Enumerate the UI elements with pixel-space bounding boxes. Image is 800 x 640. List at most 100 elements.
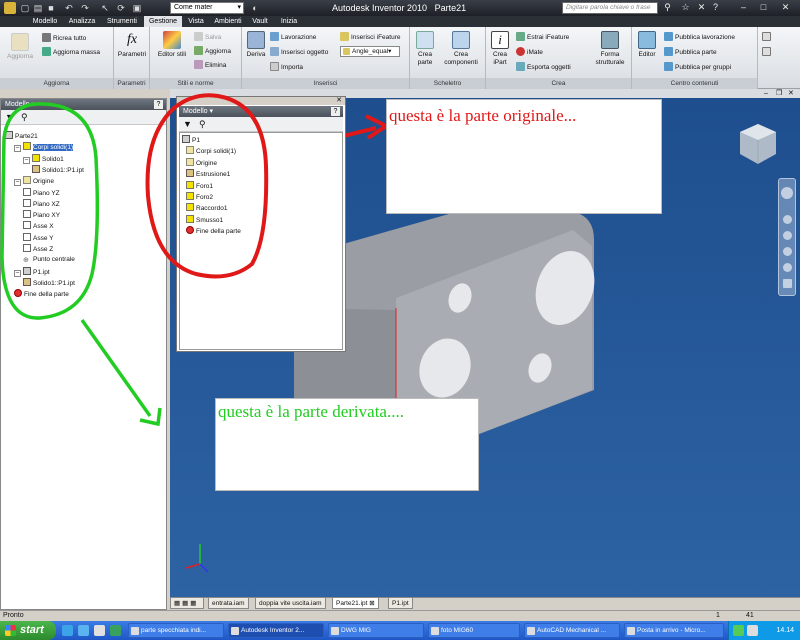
tab-ambienti[interactable]: Ambienti	[210, 16, 246, 27]
look-at-icon[interactable]	[783, 263, 792, 272]
binoculars-icon[interactable]: ⚲	[662, 2, 673, 13]
tools-icon[interactable]: ✕	[696, 2, 707, 13]
ricrea-tutto-button[interactable]: Ricrea tutto	[42, 33, 86, 42]
maximize-icon[interactable]: □	[758, 2, 769, 13]
orbit-icon[interactable]	[783, 247, 792, 256]
status-bar: Pronto 1 41	[0, 610, 800, 621]
doc-tab-parte21[interactable]: Parte21.ipt ⊠	[332, 598, 379, 609]
start-button[interactable]: start	[0, 621, 56, 640]
help-icon[interactable]: ?	[331, 107, 340, 116]
structural-shape-icon	[601, 31, 619, 49]
editor-icon	[638, 31, 656, 49]
parametri-button[interactable]: fx Parametri	[116, 31, 148, 59]
panel-centro-contenuti: Editor Pubblica lavorazione Pubblica par…	[632, 27, 758, 89]
extract-icon	[516, 32, 525, 41]
panel-stili: Editor stili Salva Aggiorna Elimina Stil…	[150, 27, 242, 89]
select-icon[interactable]: ↖	[100, 3, 110, 13]
pan-icon[interactable]	[783, 215, 792, 224]
update-icon[interactable]: ⟳	[116, 3, 126, 13]
extra-tool-button[interactable]	[762, 32, 773, 41]
deriva-button[interactable]: Deriva	[244, 31, 268, 59]
ie-icon[interactable]	[62, 625, 73, 636]
redo-icon[interactable]: ↷	[80, 3, 90, 13]
tab-strumenti[interactable]: Strumenti	[103, 16, 141, 27]
callout-derived: questa è la parte derivata....	[215, 398, 479, 491]
tray-volume-icon[interactable]	[747, 625, 758, 636]
tab-analizza[interactable]: Analizza	[64, 16, 100, 27]
help-icon[interactable]: ?	[710, 2, 721, 13]
task-parte-specchiata[interactable]: parte specchiata indi...	[128, 623, 224, 638]
aggiorna-stili-button[interactable]: Aggiorna	[194, 46, 231, 55]
viewcube[interactable]	[738, 122, 778, 166]
doc-tab-entrata[interactable]: entrata.iam	[208, 598, 249, 609]
tray-network-icon[interactable]	[733, 625, 744, 636]
inserisci-ifeature-button[interactable]: Inserisci iFeature	[340, 32, 401, 41]
desktop-icon[interactable]	[94, 625, 105, 636]
material-dropdown[interactable]: Come mater	[170, 2, 244, 14]
outlook-icon[interactable]	[78, 625, 89, 636]
tab-gestione[interactable]: Gestione	[144, 16, 182, 27]
rebuild-icon	[42, 33, 51, 42]
doc-tab-p1[interactable]: P1.ipt	[388, 598, 413, 609]
zoom-icon[interactable]	[783, 231, 792, 240]
inserisci-oggetto-button[interactable]: Inserisci oggetto	[270, 47, 328, 56]
search-input[interactable]: Digitare parola chiave o frase	[562, 2, 658, 14]
pubblica-per-gruppi-button[interactable]: Pubblica per gruppi	[664, 62, 731, 71]
app-icon[interactable]	[110, 625, 121, 636]
save-icon[interactable]: ■	[46, 3, 56, 13]
task-posta-in-arrivo[interactable]: Posta in arrivo - Micro...	[624, 623, 724, 638]
forma-strutturale-button[interactable]: Forma strutturale	[590, 31, 630, 67]
star-icon[interactable]: ☆	[680, 2, 691, 13]
inventor-logo-icon[interactable]	[4, 2, 16, 14]
viewport-minimize-icon[interactable]: –	[764, 89, 768, 98]
extra-tool-button-2[interactable]	[762, 47, 773, 56]
aggiorna-massa-button[interactable]: Aggiorna massa	[42, 47, 100, 56]
tab-modello[interactable]: Modello	[28, 16, 62, 27]
task-dwg-mig[interactable]: DWG MIG	[328, 623, 424, 638]
nav-options-icon[interactable]	[783, 279, 792, 288]
steering-wheel-icon[interactable]	[781, 187, 793, 199]
imate-button[interactable]: iMate	[516, 47, 543, 56]
estrai-ifeature-button[interactable]: Estrai iFeature	[516, 32, 569, 41]
task-autodesk-inventor[interactable]: Autodesk Inventor 2...	[228, 623, 324, 638]
tab-vista[interactable]: Vista	[184, 16, 208, 27]
pubblica-parte-button[interactable]: Pubblica parte	[664, 47, 717, 56]
undo-icon[interactable]: ↶	[64, 3, 74, 13]
open-icon[interactable]: ▤	[33, 3, 43, 13]
tab-inizia[interactable]: Inizia	[276, 16, 302, 27]
doc-tab-doppia-vite[interactable]: doppia vite uscita.iam	[255, 598, 326, 609]
styles-editor-icon	[163, 31, 181, 49]
new-icon[interactable]: ▢	[20, 3, 30, 13]
importa-button[interactable]: Importa	[270, 62, 303, 71]
crea-componenti-button[interactable]: Crea componenti	[440, 31, 482, 67]
close-icon[interactable]: ✕	[336, 96, 342, 104]
publish-icon	[664, 32, 673, 41]
export-icon	[516, 62, 525, 71]
view-mode-icons[interactable]: ▦▦▦	[170, 598, 204, 609]
editor-stili-button[interactable]: Editor stili	[154, 31, 190, 59]
ifeature-icon	[340, 32, 349, 41]
minimize-icon[interactable]: –	[738, 2, 749, 13]
create-part-icon	[416, 31, 434, 49]
esporta-oggetti-button[interactable]: Esporta oggetti	[516, 62, 571, 71]
tab-vault[interactable]: Vault	[248, 16, 272, 27]
task-autocad-mechanical[interactable]: AutoCAD Mechanical ...	[524, 623, 620, 638]
lavorazione-button[interactable]: Lavorazione	[270, 32, 316, 41]
project-icon[interactable]: ▣	[132, 3, 142, 13]
panel-crea: i Crea iPart Estrai iFeature iMate Esport…	[486, 27, 632, 89]
aggiorna-button[interactable]: Aggiorna	[4, 33, 36, 61]
viewport-close-icon[interactable]: ✕	[788, 89, 794, 98]
editor-button[interactable]: Editor	[634, 31, 660, 59]
angle-equal-dropdown[interactable]: Angle_equal▾	[340, 46, 401, 57]
viewport-restore-icon[interactable]: ❐	[776, 89, 782, 98]
elimina-button[interactable]: Elimina	[194, 60, 226, 69]
crea-ipart-button[interactable]: i Crea iPart	[488, 31, 512, 67]
salva-button[interactable]: Salva	[194, 32, 221, 41]
publish-icon	[664, 47, 673, 56]
panel-title-crea: Crea	[486, 78, 631, 89]
task-foto-mig60[interactable]: foto MIG60	[428, 623, 520, 638]
crea-parte-button[interactable]: Crea parte	[412, 31, 438, 67]
close-icon[interactable]: ✕	[780, 2, 791, 13]
color-swatch-icon[interactable]: ◐	[250, 3, 260, 13]
pubblica-lavorazione-button[interactable]: Pubblica lavorazione	[664, 32, 735, 41]
